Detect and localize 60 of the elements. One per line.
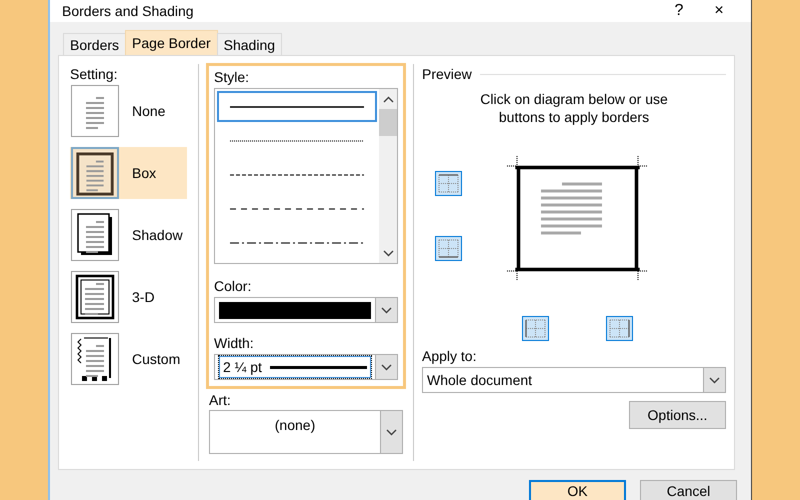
setting-option[interactable]: 3-D bbox=[70, 271, 187, 323]
page-preview-drawing[interactable] bbox=[507, 156, 648, 281]
border-left-icon bbox=[523, 317, 548, 340]
setting-option-label: Box bbox=[132, 165, 156, 181]
dropdown-button[interactable] bbox=[375, 298, 397, 322]
width-label: Width: bbox=[214, 335, 255, 351]
page-shadow-icon bbox=[71, 209, 119, 261]
border-toggle-button[interactable] bbox=[435, 171, 462, 196]
setting-option-label: 3-D bbox=[132, 289, 155, 305]
setting-label: Setting: bbox=[70, 66, 118, 82]
apply-to-value: Whole document bbox=[427, 372, 532, 388]
preview-label: Preview bbox=[422, 66, 472, 82]
tab[interactable]: Shading bbox=[216, 33, 282, 55]
setting-option-label: None bbox=[132, 103, 166, 119]
dropdown-field[interactable]: Whole document bbox=[422, 367, 726, 393]
setting-option[interactable]: Custom bbox=[70, 333, 187, 385]
chevron-down-icon bbox=[709, 376, 720, 384]
page-none-icon bbox=[71, 85, 119, 137]
tab[interactable]: Borders bbox=[63, 33, 126, 55]
art-value: (none) bbox=[274, 417, 316, 433]
art-label: Art: bbox=[209, 392, 232, 408]
scrollbar[interactable] bbox=[379, 89, 397, 263]
apply-to-label: Apply to: bbox=[422, 348, 478, 364]
close-button[interactable]: × bbox=[699, 2, 739, 20]
setting-option[interactable]: Shadow bbox=[70, 209, 187, 261]
page-custom-icon bbox=[71, 333, 119, 385]
dropdown-field[interactable]: 2 ¼ pt bbox=[214, 354, 398, 380]
scroll-thumb[interactable] bbox=[379, 109, 397, 136]
chevron-down-icon bbox=[382, 250, 394, 256]
border-right-icon bbox=[607, 317, 632, 340]
border-bottom-icon bbox=[436, 237, 461, 260]
setting-option[interactable]: None bbox=[70, 85, 187, 137]
dropdown-button[interactable] bbox=[375, 355, 397, 379]
page-box-icon bbox=[71, 147, 119, 199]
border-toggle-button[interactable] bbox=[435, 236, 462, 261]
color-label: Color: bbox=[214, 278, 252, 294]
window-title: Borders and Shading bbox=[62, 3, 195, 19]
chevron-up-icon bbox=[382, 96, 394, 102]
line-style-item[interactable] bbox=[217, 91, 377, 122]
setting-option-label: Shadow bbox=[132, 227, 183, 243]
dropdown-field[interactable] bbox=[214, 297, 398, 323]
dialog-button[interactable]: OK bbox=[529, 480, 626, 500]
setting-option[interactable]: Box bbox=[70, 147, 187, 199]
dropdown-field[interactable]: (none) bbox=[209, 410, 403, 454]
help-button[interactable]: ? bbox=[659, 2, 699, 20]
chevron-down-icon bbox=[381, 306, 392, 314]
dropdown-button[interactable] bbox=[703, 368, 725, 392]
width-value: 2 ¼ pt bbox=[223, 359, 262, 375]
border-toggle-button[interactable] bbox=[606, 316, 633, 341]
style-label: Style: bbox=[214, 69, 250, 85]
preview-hint: Click on diagram below or use buttons to apply borders bbox=[479, 90, 669, 126]
page-threed-icon bbox=[71, 271, 119, 323]
chevron-down-icon bbox=[386, 428, 397, 436]
chevron-down-icon bbox=[381, 364, 392, 370]
dialog-button[interactable]: Cancel bbox=[640, 480, 737, 500]
border-top-icon bbox=[436, 172, 461, 195]
border-toggle-button[interactable] bbox=[522, 316, 549, 341]
tab[interactable]: Page Border bbox=[125, 30, 218, 55]
options-button[interactable]: Options... bbox=[629, 401, 726, 429]
setting-option-label: Custom bbox=[132, 351, 180, 367]
